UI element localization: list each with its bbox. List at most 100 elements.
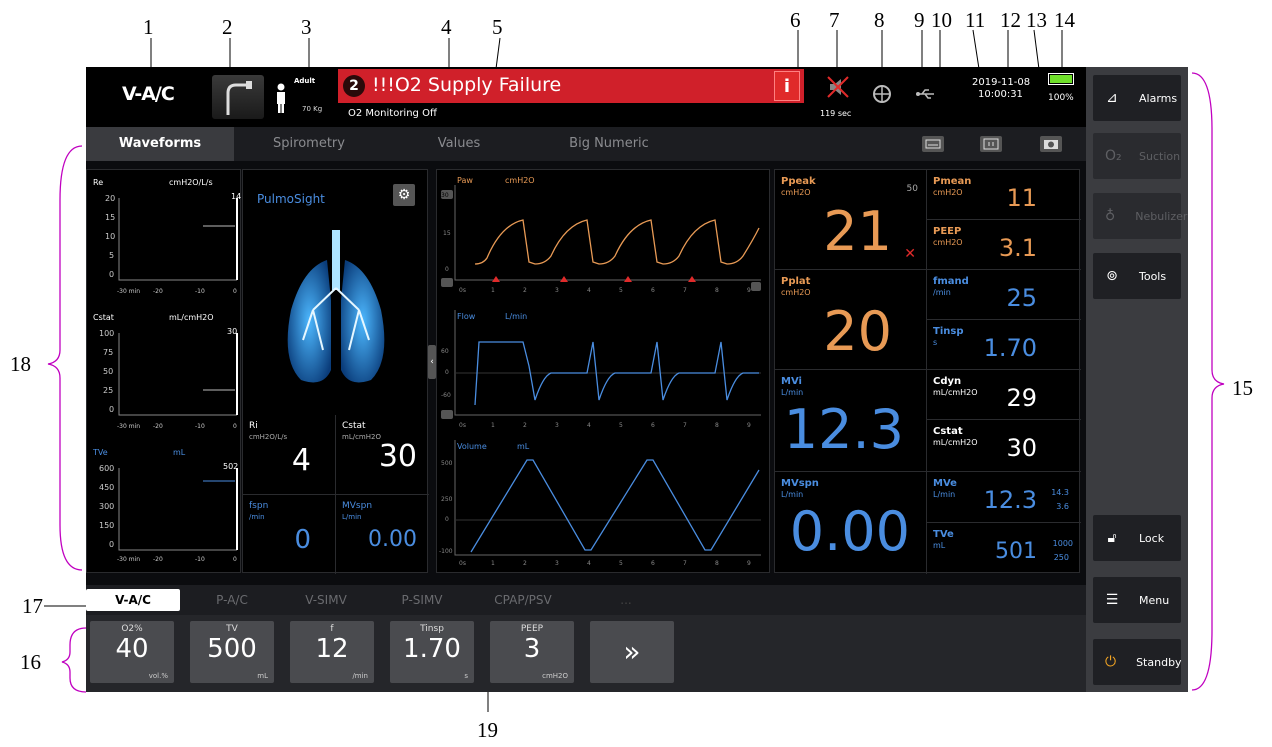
param-tinsp[interactable]: Tinsp 1.70 s <box>390 621 474 683</box>
volume-xtick: 8 <box>715 560 719 567</box>
value-mve[interactable]: MVe L/min 12.3 14.3 3.6 <box>927 472 1081 523</box>
alarm-banner[interactable]: 2 !!!O2 Supply Failure <box>338 69 804 103</box>
trend-tve[interactable]: TVe mL 502 600 450 300 150 0 -30 min -20… <box>87 440 242 574</box>
mode-tab-cpap-psv[interactable]: CPAP/PSV <box>478 589 568 611</box>
menu-label: Menu <box>1139 593 1170 607</box>
pulmo-fspn-unit: /min <box>249 513 265 521</box>
param-peep-unit: cmH2O <box>542 672 568 680</box>
tools-button[interactable]: ⊚ Tools <box>1093 253 1181 299</box>
callout-11: 11 <box>965 8 986 32</box>
pulmo-fspn[interactable]: fspn /min 0 <box>243 495 336 574</box>
mode-tab-v-ac[interactable]: V-A/C <box>86 589 180 611</box>
pplat-unit: cmH2O <box>781 288 811 297</box>
value-mvspn[interactable]: MVspn L/min 0.00 <box>775 472 927 574</box>
value-pplat[interactable]: Pplat cmH2O 20 <box>775 270 927 370</box>
peep-value: 3.1 <box>998 234 1037 262</box>
mve-name: MVe <box>933 478 957 489</box>
trend-cstat[interactable]: Cstat mL/cmH2O 30 100 75 50 25 0 -30 min… <box>87 305 242 440</box>
value-peep[interactable]: PEEP cmH2O 3.1 <box>927 220 1081 270</box>
param-tv[interactable]: TV 500 mL <box>190 621 274 683</box>
value-ppeak[interactable]: Ppeak cmH2O 50 21 ✕ <box>775 170 927 270</box>
wave-flow-unit: L/min <box>505 312 528 321</box>
waveform-plots <box>441 185 761 556</box>
mode-tab-p-ac[interactable]: P-A/C <box>190 589 274 611</box>
mode-tab-more[interactable]: ... <box>596 589 656 611</box>
value-cdyn[interactable]: Cdyn mL/cmH2O 29 <box>927 370 1081 420</box>
pulmo-fspn-value: 0 <box>294 525 311 555</box>
ventilator-screen: V-A/C Adult 70 Kg 2 !!!O2 Supply Failure… <box>86 67 1086 692</box>
mvi-value: 12.3 <box>783 398 904 461</box>
wave-volume-y1: 250 <box>441 496 453 503</box>
paw-xtick: 4 <box>587 287 591 294</box>
pulmo-mvspn[interactable]: MVspn L/min 0.00 <box>336 495 429 574</box>
param-tv-unit: mL <box>257 672 268 680</box>
info-button[interactable]: i <box>774 71 800 101</box>
trend-re[interactable]: Re cmH2O/L/s 14 20 15 10 5 0 -30 min -20… <box>87 170 242 305</box>
pulmosight-panel: PulmoSight ⚙ Ri cmH2O/L/s 4 Cstat mL/cmH… <box>242 169 429 574</box>
silence-countdown: 119 sec <box>820 109 852 118</box>
param-o2[interactable]: O2% 40 vol.% <box>90 621 174 683</box>
pulmo-ri-value: 4 <box>291 443 311 478</box>
suction-button[interactable]: O₂ Suction <box>1093 133 1181 179</box>
callout-19: 19 <box>477 718 498 742</box>
param-peep[interactable]: PEEP 3 cmH2O <box>490 621 574 683</box>
prompt-message[interactable]: O2 Monitoring Off <box>348 108 437 119</box>
time-display[interactable]: 10:00:31 <box>978 89 1023 100</box>
volume-xtick: 0s <box>459 560 466 567</box>
cdyn-value: 29 <box>1006 384 1037 412</box>
keyboard-button[interactable] <box>922 136 944 152</box>
pulmo-cstat[interactable]: Cstat mL/cmH2O 30 <box>336 415 429 495</box>
menu-button[interactable]: ☰ Menu <box>1093 577 1181 623</box>
suction-label: Suction <box>1139 149 1181 163</box>
trend-tve-plot <box>118 468 238 551</box>
suction-icon: O₂ <box>1105 148 1122 164</box>
usb-icon <box>916 89 934 99</box>
mode-label[interactable]: V-A/C <box>122 83 175 105</box>
tinsp-value: 1.70 <box>983 334 1037 362</box>
audio-paused-icon[interactable] <box>826 75 850 99</box>
cdyn-name: Cdyn <box>933 376 962 387</box>
alarms-button[interactable]: ⊿ Alarms <box>1093 75 1181 121</box>
pplat-name: Pplat <box>781 276 811 287</box>
value-tve[interactable]: TVe mL 501 1000 250 <box>927 523 1081 574</box>
volume-xtick: 6 <box>651 560 655 567</box>
nebulizer-label: Nebulizer <box>1135 209 1188 223</box>
value-fmand[interactable]: fmand /min 25 <box>927 270 1081 320</box>
freeze-button[interactable] <box>980 136 1002 152</box>
flow-xtick: 1 <box>491 422 495 429</box>
mode-tabs: V-A/C P-A/C V-SIMV P-SIMV CPAP/PSV ... <box>86 585 1086 615</box>
patient-weight: 70 Kg <box>302 105 323 113</box>
standby-button[interactable]: ⏻ Standby <box>1093 639 1182 685</box>
adult-patient-icon[interactable] <box>274 83 288 113</box>
tab-waveforms[interactable]: Waveforms <box>86 127 234 161</box>
more-params-button[interactable]: » <box>590 621 674 683</box>
mode-tab-v-simv[interactable]: V-SIMV <box>284 589 368 611</box>
tab-spirometry[interactable]: Spirometry <box>234 127 384 161</box>
date-display[interactable]: 2019-11-08 <box>972 77 1030 88</box>
value-cstat[interactable]: Cstat mL/cmH2O 30 <box>927 420 1081 472</box>
lock-button[interactable]: 🔓︎ Lock <box>1093 515 1181 561</box>
alarm-message: !!!O2 Supply Failure <box>372 74 562 96</box>
nebulizer-icon: ♁ <box>1105 208 1116 224</box>
pulmo-ri[interactable]: Ri cmH2O/L/s 4 <box>243 415 336 495</box>
screenshot-button[interactable] <box>1040 136 1062 152</box>
tab-big-numeric[interactable]: Big Numeric <box>534 127 684 161</box>
patient-type: Adult <box>294 77 316 85</box>
tab-values[interactable]: Values <box>384 127 534 161</box>
mode-tab-p-simv[interactable]: P-SIMV <box>380 589 464 611</box>
paw-xtick: 8 <box>715 287 719 294</box>
value-mvi[interactable]: MVi L/min 12.3 <box>775 370 927 472</box>
pulmo-ri-name: Ri <box>249 421 258 431</box>
patient-photo[interactable] <box>212 75 264 119</box>
pulmosight-settings-button[interactable]: ⚙ <box>393 184 415 206</box>
param-f[interactable]: f 12/min <box>290 621 374 683</box>
nebulizer-button[interactable]: ♁ Nebulizer <box>1093 193 1187 239</box>
callout-4: 4 <box>441 15 452 39</box>
pmean-name: Pmean <box>933 176 972 187</box>
status-bar: V-A/C Adult 70 Kg 2 !!!O2 Supply Failure… <box>86 67 1086 127</box>
value-pmean[interactable]: Pmean cmH2O 11 <box>927 170 1081 220</box>
collapse-handle[interactable]: ‹ <box>428 345 436 379</box>
mvi-unit: L/min <box>781 388 804 397</box>
value-tinsp[interactable]: Tinsp s 1.70 <box>927 320 1081 370</box>
callout-12: 12 <box>1000 8 1021 32</box>
